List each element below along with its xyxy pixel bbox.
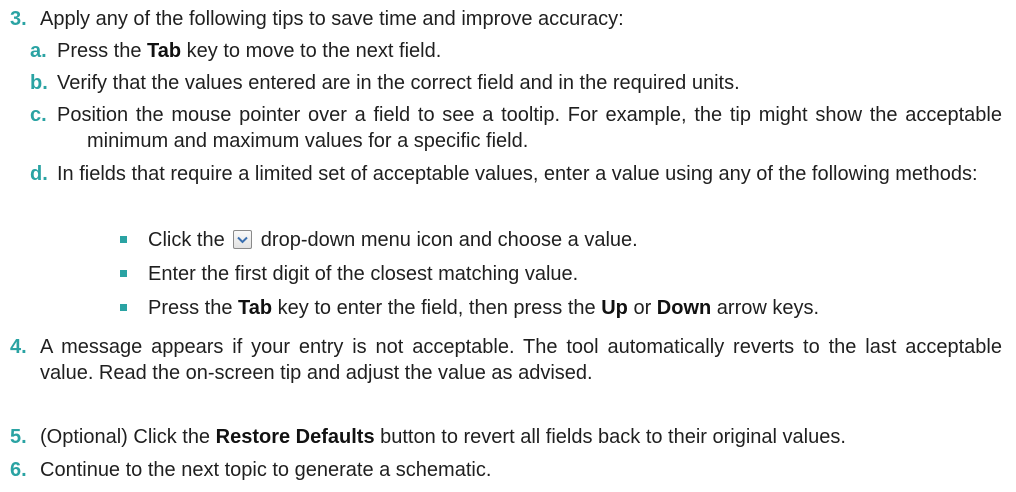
text-run: key to move to the next field. [181, 40, 442, 62]
text-run: (Optional) Click the [40, 426, 216, 448]
step-number: 6. [10, 459, 27, 481]
text-run: Press the [148, 297, 239, 319]
text-run: or [627, 297, 657, 319]
substep-text: In fields that require a limited set of … [57, 163, 978, 185]
step-number: 5. [10, 426, 27, 448]
button-name-restore-defaults: Restore Defaults [215, 426, 375, 448]
bullet-item-arrow-keys: Press the Tab key to enter the field, th… [120, 295, 1002, 321]
substep-letter: a. [30, 40, 47, 62]
substep-text: Verify that the values entered are in th… [57, 72, 740, 94]
text-run: arrow keys. [711, 297, 820, 319]
step-5: 5. (Optional) Click the Restore Defaults… [10, 424, 1002, 450]
bullet-text: Enter the first digit of the closest mat… [148, 263, 579, 285]
substep-letter: b. [30, 72, 48, 94]
bullet-text: Press the Tab key to enter the field, th… [148, 295, 1002, 321]
substep-a: a. Press the Tab key to move to the next… [30, 38, 1002, 64]
step-3: 3. Apply any of the following tips to sa… [10, 6, 1002, 32]
substep-text: Press the Tab key to move to the next fi… [57, 38, 1002, 64]
text-run: drop-down menu icon and choose a value. [255, 229, 638, 251]
substep-text: Position the mouse pointer over a field … [57, 104, 1002, 152]
step-text: Continue to the next topic to generate a… [40, 459, 492, 481]
bullet-marker [120, 236, 127, 243]
bullet-item-dropdown: Click the drop-down menu icon and choose… [120, 227, 1002, 253]
step-text: A message appears if your entry is not a… [40, 336, 1002, 384]
step-number: 3. [10, 8, 27, 30]
substep-letter: d. [30, 163, 48, 185]
substep-letter: c. [30, 104, 47, 126]
step-number: 4. [10, 336, 27, 358]
key-name-up: Up [601, 297, 628, 319]
substep-c: c. Position the mouse pointer over a fie… [30, 102, 1002, 154]
bullet-marker [120, 270, 127, 277]
text-run: button to revert all fields back to thei… [374, 426, 846, 448]
step-6: 6. Continue to the next topic to generat… [10, 457, 1002, 483]
text-run: Press the [57, 40, 148, 62]
key-name-tab: Tab [238, 297, 273, 319]
text-run: key to enter the field, then press the [272, 297, 602, 319]
step-4: 4. A message appears if your entry is no… [10, 334, 1002, 386]
key-name-down: Down [656, 297, 712, 319]
step-text: Apply any of the following tips to save … [40, 8, 624, 30]
bullet-item-first-digit: Enter the first digit of the closest mat… [120, 261, 1002, 287]
bullet-text: Click the drop-down menu icon and choose… [148, 227, 1002, 253]
chevron-down-icon [233, 230, 253, 249]
text-run: Click the [148, 229, 231, 251]
substep-b: b. Verify that the values entered are in… [30, 70, 1002, 96]
bullet-marker [120, 304, 127, 311]
key-name-tab: Tab [147, 40, 182, 62]
substep-d: d. In fields that require a limited set … [30, 161, 1002, 187]
step-text: (Optional) Click the Restore Defaults bu… [40, 424, 1002, 450]
